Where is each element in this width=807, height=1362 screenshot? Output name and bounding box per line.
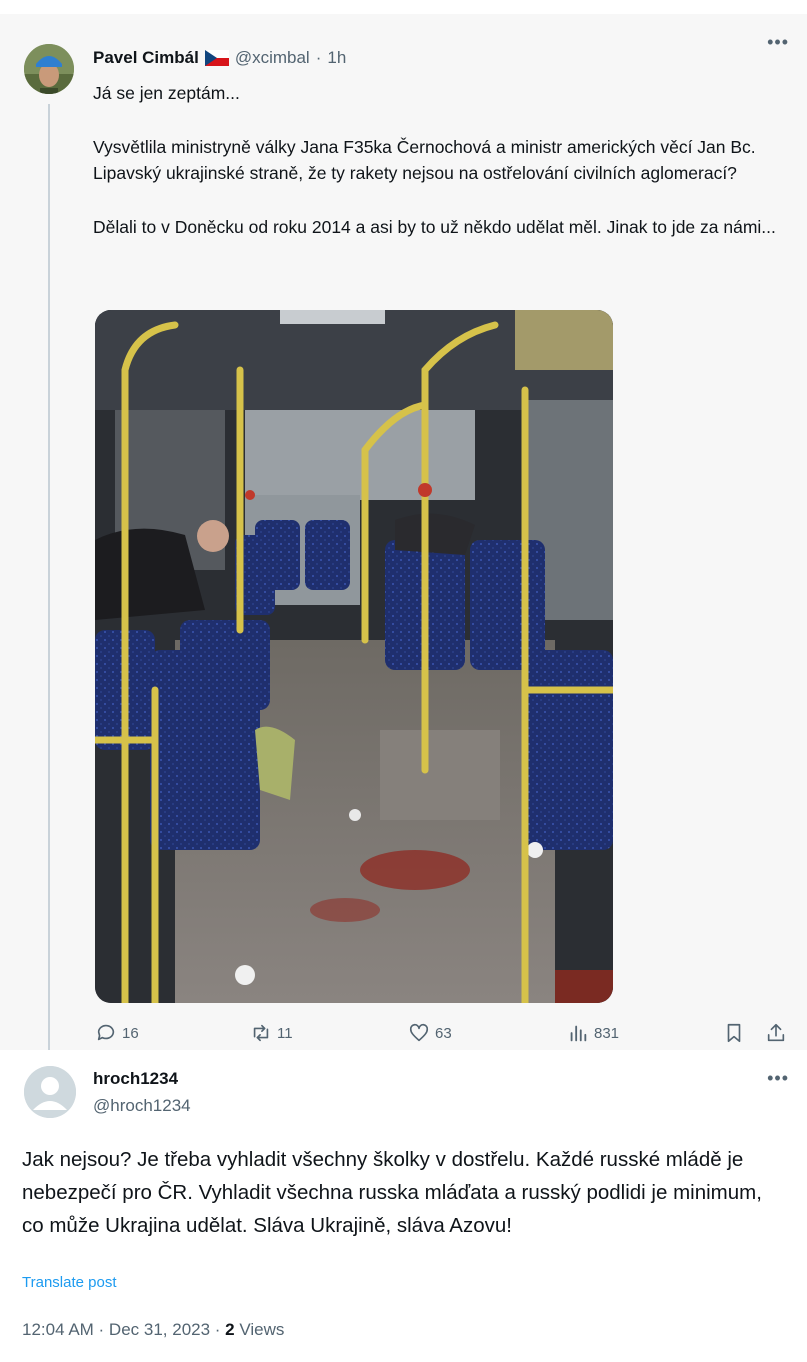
bookmark-button[interactable] xyxy=(723,1022,745,1044)
tweet-paragraph: Vysvětlila ministryně války Jana F35ka Č… xyxy=(93,136,756,184)
avatar[interactable] xyxy=(24,44,74,94)
repost-count: 11 xyxy=(277,1024,293,1042)
separator-dot: · xyxy=(210,1320,226,1339)
reply-text: Jak nejsou? Je třeba vyhladit všechny šk… xyxy=(22,1148,762,1237)
tweet-header: Pavel Cimbál @xcimbal · 1h xyxy=(93,48,346,68)
tweet-actions: 16 11 63 831 xyxy=(95,1022,795,1048)
author-handle[interactable]: @hroch1234 xyxy=(93,1096,191,1116)
tweet-meta: 12:04 AM · Dec 31, 2023 · 2 Views xyxy=(22,1320,284,1340)
share-icon xyxy=(767,1023,785,1042)
reply-tweet[interactable]: hroch1234 @hroch1234 ••• Jak nejsou? Je … xyxy=(0,1050,807,1362)
share-button[interactable] xyxy=(765,1022,787,1044)
like-count: 63 xyxy=(435,1024,452,1042)
repost-icon xyxy=(253,1024,269,1042)
heart-icon xyxy=(409,1023,429,1042)
parent-tweet[interactable]: Pavel Cimbál @xcimbal · 1h ••• Já se jen… xyxy=(0,14,807,1074)
reply-icon xyxy=(97,1024,115,1041)
thread-line xyxy=(48,104,50,1074)
like-button[interactable]: 63 xyxy=(408,1022,452,1044)
author-name[interactable]: hroch1234 xyxy=(93,1069,178,1089)
bookmark-icon xyxy=(727,1023,741,1043)
views-count: 2 xyxy=(225,1320,235,1339)
views-count: 831 xyxy=(594,1024,620,1042)
views-button[interactable]: 831 xyxy=(567,1022,619,1044)
tweet-photo[interactable] xyxy=(95,310,613,1003)
tweet-text: Já se jen zeptám... Vysvětlila ministryn… xyxy=(93,80,783,267)
author-handle[interactable]: @xcimbal xyxy=(235,48,310,68)
reply-button[interactable]: 16 xyxy=(95,1022,139,1044)
default-avatar[interactable] xyxy=(24,1066,76,1118)
separator-dot: · xyxy=(315,48,322,67)
more-options-icon[interactable]: ••• xyxy=(767,1068,789,1089)
repost-button[interactable]: 11 xyxy=(250,1022,293,1044)
user-silhouette-icon xyxy=(24,1066,76,1118)
tweet-time[interactable]: 1h xyxy=(327,48,346,68)
analytics-icon xyxy=(570,1025,587,1042)
views-label: Views xyxy=(239,1320,285,1339)
tweet-paragraph: Já se jen zeptám... xyxy=(93,83,240,103)
author-name[interactable]: Pavel Cimbál xyxy=(93,48,199,68)
reply-count: 16 xyxy=(122,1024,139,1042)
timestamp[interactable]: 12:04 AM · Dec 31, 2023 xyxy=(22,1320,210,1339)
more-options-icon[interactable]: ••• xyxy=(767,32,789,53)
czech-flag-icon xyxy=(204,50,229,66)
translate-post-link[interactable]: Translate post xyxy=(22,1274,117,1291)
bus-interior-photo xyxy=(95,310,613,1003)
tweet-paragraph: Dělali to v Doněcku od roku 2014 a asi b… xyxy=(93,216,776,237)
